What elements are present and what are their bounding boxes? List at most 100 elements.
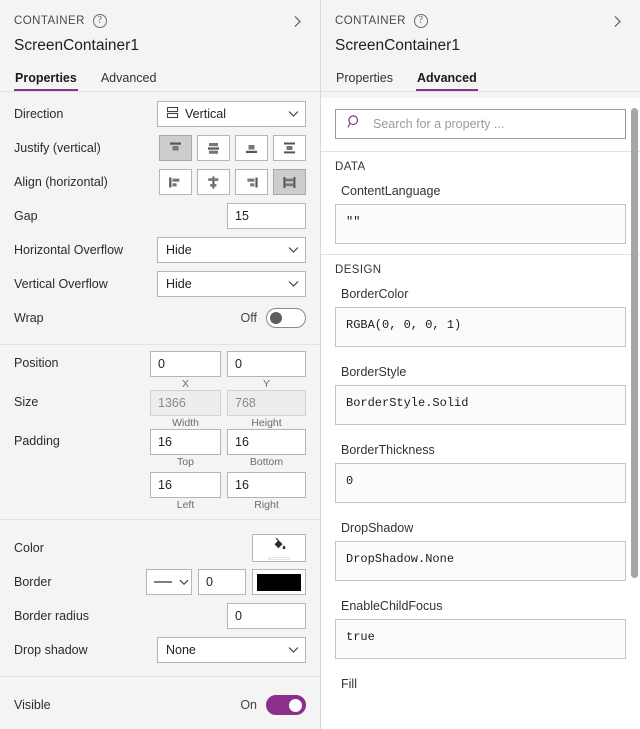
tab-properties[interactable]: Properties bbox=[335, 67, 394, 91]
border-radius-label: Border radius bbox=[14, 609, 90, 623]
color-fill-button[interactable] bbox=[252, 534, 306, 562]
chevron-right-icon[interactable] bbox=[288, 12, 306, 30]
border-color-swatch bbox=[257, 573, 301, 591]
align-left-icon[interactable] bbox=[159, 169, 192, 195]
left-panel-title: ScreenContainer1 bbox=[14, 37, 139, 54]
direction-dropdown[interactable]: Vertical bbox=[157, 101, 306, 127]
border-label: Border bbox=[14, 575, 52, 589]
row-border: Border bbox=[0, 566, 320, 598]
row-align-horizontal: Align (horizontal) bbox=[0, 166, 320, 198]
size-width-input bbox=[150, 390, 221, 416]
borderthickness-label: BorderThickness bbox=[341, 443, 435, 457]
align-center-icon[interactable] bbox=[197, 169, 230, 195]
border-radius-input[interactable] bbox=[227, 603, 306, 629]
tab-properties[interactable]: Properties bbox=[14, 67, 78, 91]
row-justify-vertical: Justify (vertical) bbox=[0, 132, 320, 164]
left-panel-eyebrow-label: CONTAINER bbox=[14, 15, 85, 27]
fill-label: Fill bbox=[341, 677, 357, 691]
question-mark-circle-icon[interactable]: ? bbox=[92, 14, 107, 28]
padding-right-input[interactable] bbox=[227, 472, 306, 498]
align-horizontal-label: Align (horizontal) bbox=[14, 175, 108, 189]
solid-line-icon bbox=[153, 575, 173, 589]
borderstyle-label: BorderStyle bbox=[341, 365, 407, 379]
justify-end-icon[interactable] bbox=[235, 135, 268, 161]
size-height-caption: Height bbox=[251, 417, 282, 429]
wrap-state-label: Off bbox=[240, 311, 257, 325]
horizontal-overflow-value: Hide bbox=[166, 243, 192, 257]
advanced-scroll-region[interactable]: DATA ContentLanguage "" DESIGN BorderCol… bbox=[321, 98, 640, 729]
visible-toggle[interactable] bbox=[266, 695, 306, 715]
position-y-input[interactable] bbox=[227, 351, 306, 377]
section-heading-data: DATA bbox=[321, 151, 640, 176]
bordercolor-value[interactable]: RGBA(0, 0, 0, 1) bbox=[335, 307, 626, 347]
row-position: Position X Y bbox=[0, 351, 320, 390]
border-color-swatch-button[interactable] bbox=[252, 569, 306, 595]
left-panel-tabs: Properties Advanced bbox=[0, 67, 320, 92]
position-x-input[interactable] bbox=[150, 351, 221, 377]
chevron-right-icon[interactable] bbox=[608, 12, 626, 30]
appearance-group: Color Border 0 Border radius 0 Drop shad… bbox=[0, 519, 320, 676]
row-color: Color bbox=[0, 532, 320, 564]
tab-advanced[interactable]: Advanced bbox=[100, 67, 158, 91]
size-width-caption: Width bbox=[172, 417, 199, 429]
contentlanguage-value[interactable]: "" bbox=[335, 204, 626, 244]
field-bordercolor: BorderColor RGBA(0, 0, 0, 1) bbox=[321, 279, 640, 357]
horizontal-overflow-dropdown[interactable]: Hide bbox=[157, 237, 306, 263]
bordercolor-label: BorderColor bbox=[341, 287, 409, 301]
row-padding: Padding Top Bottom bbox=[0, 429, 320, 511]
gap-input[interactable] bbox=[227, 203, 306, 229]
layout-group: Direction Vertical Justify (vertical) Al… bbox=[0, 92, 320, 344]
row-wrap: Wrap Off bbox=[0, 302, 320, 334]
properties-form-scroll[interactable]: Direction Vertical Justify (vertical) Al… bbox=[0, 92, 320, 729]
padding-left-input[interactable] bbox=[150, 472, 221, 498]
size-label: Size bbox=[14, 395, 39, 409]
color-label: Color bbox=[14, 541, 44, 555]
borderthickness-value[interactable]: 0 bbox=[335, 463, 626, 503]
wrap-toggle[interactable] bbox=[266, 308, 306, 328]
left-panel-eyebrow-row: CONTAINER ? bbox=[14, 12, 306, 30]
vertical-overflow-label: Vertical Overflow bbox=[14, 277, 108, 291]
justify-space-between-icon[interactable] bbox=[273, 135, 306, 161]
field-dropshadow: DropShadow DropShadow.None bbox=[321, 513, 640, 591]
right-advanced-panel: CONTAINER ? ScreenContainer1 Properties … bbox=[320, 0, 640, 729]
align-horizontal-button-group bbox=[159, 169, 306, 195]
search-input[interactable] bbox=[371, 116, 614, 132]
align-right-icon[interactable] bbox=[235, 169, 268, 195]
right-panel-title: ScreenContainer1 bbox=[335, 37, 460, 54]
advanced-scrollbar-thumb[interactable] bbox=[631, 108, 638, 578]
borderstyle-value[interactable]: BorderStyle.Solid bbox=[335, 385, 626, 425]
dropshadow-label: DropShadow bbox=[341, 521, 414, 535]
padding-bottom-input[interactable] bbox=[227, 429, 306, 455]
row-direction: Direction Vertical bbox=[0, 98, 320, 130]
color-current-swatch bbox=[268, 556, 290, 560]
row-drop-shadow: Drop shadow None bbox=[0, 634, 320, 666]
vertical-overflow-value: Hide bbox=[166, 277, 192, 291]
border-style-dropdown[interactable] bbox=[146, 569, 192, 595]
justify-start-icon[interactable] bbox=[159, 135, 192, 161]
align-stretch-icon[interactable] bbox=[273, 169, 306, 195]
justify-center-icon[interactable] bbox=[197, 135, 230, 161]
position-label: Position bbox=[14, 356, 59, 370]
right-panel-eyebrow-label: CONTAINER bbox=[335, 15, 406, 27]
size-height-input bbox=[227, 390, 306, 416]
direction-label: Direction bbox=[14, 107, 64, 121]
row-size: Size Width Height bbox=[0, 390, 320, 429]
border-width-input[interactable] bbox=[198, 569, 246, 595]
row-horizontal-overflow: Horizontal Overflow Hide bbox=[0, 234, 320, 266]
position-y-caption: Y bbox=[262, 378, 270, 390]
dropshadow-value[interactable]: DropShadow.None bbox=[335, 541, 626, 581]
enablechildfocus-value[interactable]: true bbox=[335, 619, 626, 659]
padding-left-caption: Left bbox=[176, 499, 195, 511]
field-borderthickness: BorderThickness 0 bbox=[321, 435, 640, 513]
horizontal-overflow-label: Horizontal Overflow bbox=[14, 243, 124, 257]
padding-label: Padding bbox=[14, 434, 60, 448]
position-x-caption: X bbox=[181, 378, 189, 390]
search-icon bbox=[347, 114, 362, 134]
question-mark-circle-icon[interactable]: ? bbox=[413, 14, 428, 28]
tab-advanced[interactable]: Advanced bbox=[415, 67, 478, 91]
property-search-box[interactable] bbox=[335, 109, 626, 139]
left-panel-header: CONTAINER ? ScreenContainer1 bbox=[0, 0, 320, 55]
padding-top-input[interactable] bbox=[150, 429, 221, 455]
vertical-overflow-dropdown[interactable]: Hide bbox=[157, 271, 306, 297]
drop-shadow-dropdown[interactable]: None bbox=[157, 637, 306, 663]
